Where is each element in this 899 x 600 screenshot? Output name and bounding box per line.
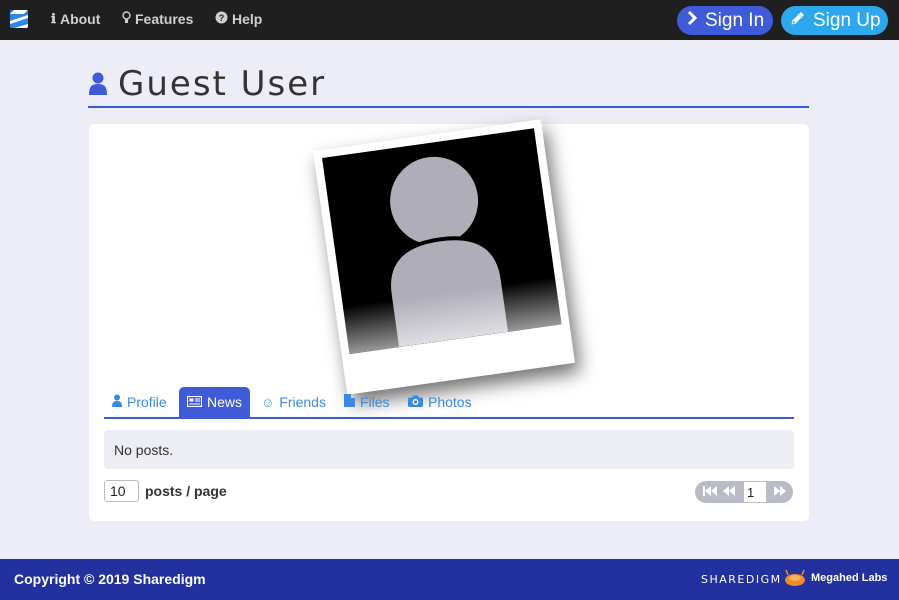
tab-news-label: News [207,394,243,410]
page-title: Guest User [118,64,327,104]
previous-page-icon[interactable] [723,485,735,499]
next-page-button[interactable] [767,481,793,503]
tab-files[interactable]: Files [336,387,398,417]
sign-in-button[interactable]: Sign In [677,6,773,35]
copyright-text: Copyright © 2019 Sharedigm [14,571,206,587]
tab-photos[interactable]: Photos [400,387,480,417]
profile-card: Profile News ☺ Friends Files Photos No p… [89,119,809,521]
file-icon [344,394,355,410]
newspaper-icon [186,395,203,410]
pager-back-group [695,481,743,503]
tab-friends-label: Friends [279,394,326,410]
lightbulb-icon [122,11,131,27]
default-avatar-icon [387,156,513,352]
camera-icon [408,395,423,410]
nav-about-label: About [59,11,101,27]
top-navbar: ℹ About Features ? Help Sign In Sign Up [0,0,899,40]
nav-help-link[interactable]: ? Help [215,11,262,27]
avatar [322,128,562,355]
sign-in-label: Sign In [705,9,765,31]
next-page-icon [774,485,786,499]
pencil-icon [790,10,806,32]
tab-profile[interactable]: Profile [104,387,175,417]
footer: Copyright © 2019 Sharedigm SHAREDIGM Meg… [0,559,899,600]
tab-friends[interactable]: ☺ Friends [253,387,334,417]
user-icon [88,72,108,96]
current-page-input[interactable] [743,481,767,503]
user-icon [112,394,122,410]
svg-text:?: ? [219,13,225,23]
sharedigm-brand-link[interactable]: SHAREDIGM [701,573,782,586]
tab-files-label: Files [360,394,390,410]
sign-up-label: Sign Up [813,9,881,31]
tab-profile-label: Profile [127,394,167,410]
smile-icon: ☺ [261,394,275,410]
megahed-labs-link[interactable]: Megahed Labs [811,572,887,584]
first-page-icon[interactable] [703,485,717,499]
info-icon: ℹ [51,11,56,26]
sharedigm-logo-icon[interactable] [10,10,28,28]
nav-help-label: Help [232,11,263,27]
chevron-right-icon [687,10,698,32]
page-header: Guest User [88,64,809,108]
posts-list: No posts. [104,430,794,469]
pagination [695,480,794,504]
tab-news[interactable]: News [179,387,251,417]
empty-posts-message: No posts. [114,442,174,458]
profile-tabs: Profile News ☺ Friends Files Photos [104,387,794,419]
nav-about-link[interactable]: ℹ About [51,11,100,27]
posts-per-page-input[interactable] [104,480,139,502]
question-circle-icon: ? [215,11,228,27]
posts-per-page: posts / page [104,480,227,502]
posts-per-page-label: posts / page [145,483,227,499]
sign-up-button[interactable]: Sign Up [781,6,888,35]
megahed-labs-logo-icon [784,569,806,587]
nav-features-label: Features [135,11,194,27]
tab-photos-label: Photos [428,394,472,410]
profile-photo-frame[interactable] [313,119,575,395]
nav-features-link[interactable]: Features [122,11,193,27]
